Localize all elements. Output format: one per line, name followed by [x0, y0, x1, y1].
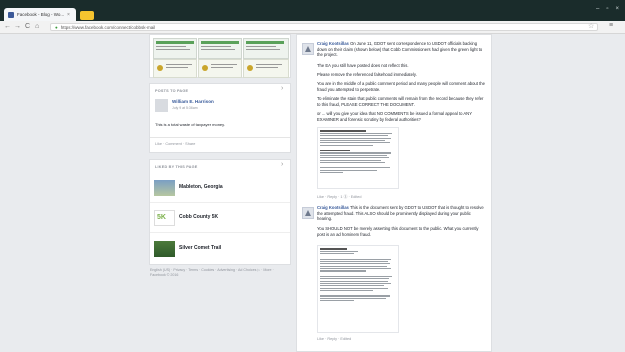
liked-by-page-card: LIKED BY THIS PAGE › Mableton, Georgia 5… [149, 159, 291, 265]
tab-title: Facebook - Blog - Wo... [17, 12, 65, 17]
avatar[interactable] [155, 99, 168, 112]
liked-page-item[interactable]: Mableton, Georgia [150, 175, 282, 201]
page-thumbnail: 5K [154, 210, 175, 226]
comment-text: Craig Kootsillas On June 11, GDOT sent c… [317, 41, 487, 58]
photos-card [149, 34, 291, 78]
comment-author[interactable]: Craig Kootsillas [317, 205, 349, 210]
reload-icon[interactable]: C [25, 22, 30, 32]
attached-document-image[interactable] [317, 245, 399, 333]
page-name: Mableton, Georgia [179, 184, 223, 190]
bookmark-star-icon[interactable]: ☆ [588, 22, 594, 30]
new-tab-button[interactable] [80, 11, 94, 20]
home-icon[interactable]: ⌂ [35, 22, 39, 32]
post-timestamp[interactable]: July 9 at 5:36am [172, 106, 198, 110]
chevron-right-icon[interactable]: › [281, 161, 283, 168]
section-title: POSTS TO PAGE [155, 89, 189, 93]
commenter-avatar[interactable] [302, 207, 314, 219]
forward-icon[interactable]: → [14, 22, 21, 32]
page-footer[interactable]: English (US) · Privacy · Terms · Cookies… [150, 268, 282, 278]
lock-icon: ● [55, 25, 58, 30]
comment-paragraph: Please remove the referenced falsehood i… [317, 72, 417, 77]
window-controls: – ▫ × [596, 6, 619, 12]
post-actions[interactable]: Like · Comment · Share [155, 142, 195, 146]
comment-paragraph: You are in the middle of a public commen… [317, 81, 485, 92]
page-name: Silver Comet Trail [179, 245, 222, 251]
page-thumbnail [154, 180, 175, 196]
liked-page-item[interactable]: Silver Comet Trail [150, 236, 282, 262]
comment-paragraph: The EA you still have posted does not re… [317, 63, 409, 68]
page-name: Cobb County 5K [179, 214, 219, 220]
liked-page-item[interactable]: 5K Cobb County 5K [150, 205, 282, 231]
photo-thumb[interactable] [198, 38, 242, 59]
comment-actions[interactable]: Like · Reply · Edited [317, 337, 351, 341]
url-field[interactable]: ● https://www.facebook.com/connect/cobbsk… [50, 23, 598, 31]
comment-text: Craig Kootsillas This is the document se… [317, 205, 487, 222]
comment-paragraph: You SHOULD NOT be merely asserting this … [317, 226, 479, 237]
posts-to-page-card: POSTS TO PAGE › William E. Harrison July… [149, 83, 291, 153]
back-icon[interactable]: ← [4, 22, 11, 32]
facebook-favicon-icon [8, 11, 14, 18]
photo-thumb[interactable] [243, 59, 289, 78]
comment-actions[interactable]: Like · Reply · 1 Ⓢ · Edited [317, 195, 362, 200]
comment-author[interactable]: Craig Kootsillas [317, 41, 349, 46]
photo-thumb[interactable] [243, 38, 289, 59]
photo-thumb[interactable] [198, 59, 242, 78]
divider [150, 137, 290, 138]
photo-thumb[interactable] [153, 59, 197, 78]
comment-paragraph: or ... will you give your idea that NO C… [317, 111, 472, 122]
commenter-avatar[interactable] [302, 43, 314, 55]
chevron-right-icon[interactable]: › [281, 85, 283, 92]
browser-tabbar: Facebook - Blog - Wo... × – ▫ × [0, 0, 625, 21]
comments-card: Craig Kootsillas On June 11, GDOT sent c… [296, 34, 492, 352]
tab-close-icon[interactable]: × [67, 12, 70, 18]
comment-paragraph: To eliminate the stain that public comme… [317, 96, 484, 107]
section-title: LIKED BY THIS PAGE [155, 165, 198, 169]
address-bar-row: ← → C ⌂ ● https://www.facebook.com/connec… [0, 21, 625, 34]
page-thumbnail [154, 241, 175, 257]
divider [150, 232, 290, 233]
close-window-icon[interactable]: × [615, 6, 619, 12]
maximize-icon[interactable]: ▫ [606, 6, 608, 12]
browser-tab[interactable]: Facebook - Blog - Wo... × [4, 8, 76, 21]
minimize-icon[interactable]: – [596, 6, 599, 12]
attached-document-image[interactable] [317, 127, 399, 189]
browser-menu-icon[interactable]: ≡ [609, 22, 613, 29]
post-author[interactable]: William E. Harrison [172, 99, 214, 104]
photo-thumb[interactable] [153, 38, 197, 59]
divider [150, 202, 290, 203]
url-text: https://www.facebook.com/connect/cobbsk-… [60, 25, 156, 30]
post-text: This is a total waste of taxpayer money. [155, 122, 225, 127]
